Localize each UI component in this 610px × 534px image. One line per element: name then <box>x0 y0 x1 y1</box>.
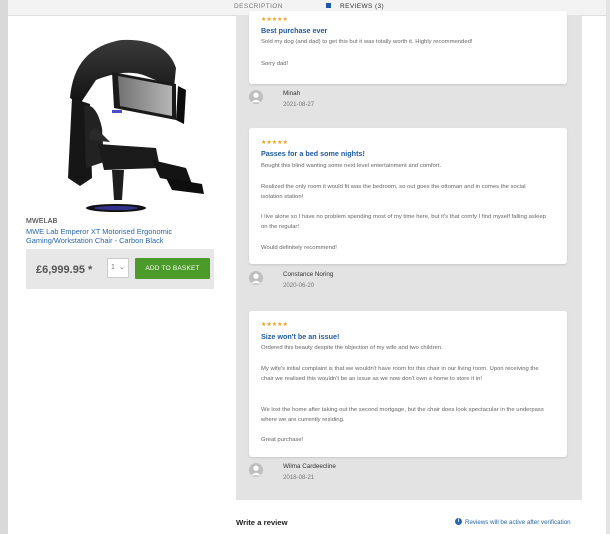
star-rating: ★★★★★ <box>261 17 288 23</box>
review-text: My wife's initial complaint is that we w… <box>261 366 539 382</box>
gaming-chair-image[interactable] <box>26 28 214 216</box>
right-border <box>606 0 610 534</box>
review-title: Best purchase ever <box>261 26 328 35</box>
product-brand: MWELAB <box>26 218 58 225</box>
review-text: Bought this blind wanting some next leve… <box>261 163 442 169</box>
add-to-basket-button[interactable]: ADD TO BASKET <box>135 258 210 279</box>
reviewer-name: Wilma Cardeecline <box>283 463 336 470</box>
review-text: Would definitely recommend! <box>261 245 337 251</box>
tab-reviews[interactable]: REVIEWS (3) <box>326 2 385 10</box>
review-text: Sorry dad! <box>261 61 289 67</box>
quantity-value: 1 <box>111 264 115 271</box>
buy-box: £6,999.95 * 1 ⌄ ADD TO BASKET <box>26 249 214 289</box>
review-date: 2021-08-27 <box>283 101 315 108</box>
review-card: ★★★★★ Passes for a bed some nights! Boug… <box>249 128 567 264</box>
review-text: Great purchase! <box>261 437 304 443</box>
reviewer-name: Minah <box>283 90 301 97</box>
reviews-panel: ★★★★★ Best purchase ever Sold my dog (an… <box>236 11 582 500</box>
tab-reviews-label: REVIEWS (3) <box>340 3 385 10</box>
reviewer-name: Constance Noring <box>283 271 334 278</box>
review-text: Ordered this beauty despite the objectio… <box>261 345 443 351</box>
star-rating: ★★★★★ <box>261 322 288 328</box>
reviewer: Constance Noring 2020-06-20 <box>249 271 549 293</box>
avatar-icon <box>249 271 263 285</box>
review-title: Size won't be an issue! <box>261 332 340 341</box>
reviewer: Minah 2021-08-27 <box>249 90 549 112</box>
product-price: £6,999.95 * <box>36 264 93 276</box>
review-title: Passes for a bed some nights! <box>261 149 365 158</box>
tab-description[interactable]: DESCRIPTION <box>234 3 283 10</box>
quantity-select[interactable]: 1 ⌄ <box>107 258 129 278</box>
review-card: ★★★★★ Best purchase ever Sold my dog (an… <box>249 11 567 84</box>
review-text: Sold my dog (and dad) to get this but it… <box>261 39 473 45</box>
active-tab-marker <box>326 2 331 8</box>
review-text: I live alone so I have no problem spendi… <box>261 214 546 230</box>
product-name-link[interactable]: MWE Lab Emperor XT Motorised Ergonomic G… <box>26 227 214 245</box>
verification-note-text: Reviews will be active after verificatio… <box>465 519 571 527</box>
review-date: 2020-06-20 <box>283 282 315 289</box>
write-review-heading: Write a review <box>236 518 288 527</box>
info-icon: i <box>455 518 462 525</box>
star-rating: ★★★★★ <box>261 140 288 146</box>
review-text: We lost the home after taking out the se… <box>261 407 544 423</box>
review-date: 2018-08-21 <box>283 474 315 481</box>
avatar-icon <box>249 90 263 104</box>
left-border <box>0 0 8 534</box>
review-text: Realized the only room it would fit was … <box>261 184 526 200</box>
avatar-icon <box>249 463 263 477</box>
review-card: ★★★★★ Size won't be an issue! Ordered th… <box>249 311 567 457</box>
reviewer: Wilma Cardeecline 2018-08-21 <box>249 463 549 485</box>
chevron-down-icon: ⌄ <box>119 264 125 271</box>
verification-note: i Reviews will be active after verificati… <box>455 518 571 527</box>
